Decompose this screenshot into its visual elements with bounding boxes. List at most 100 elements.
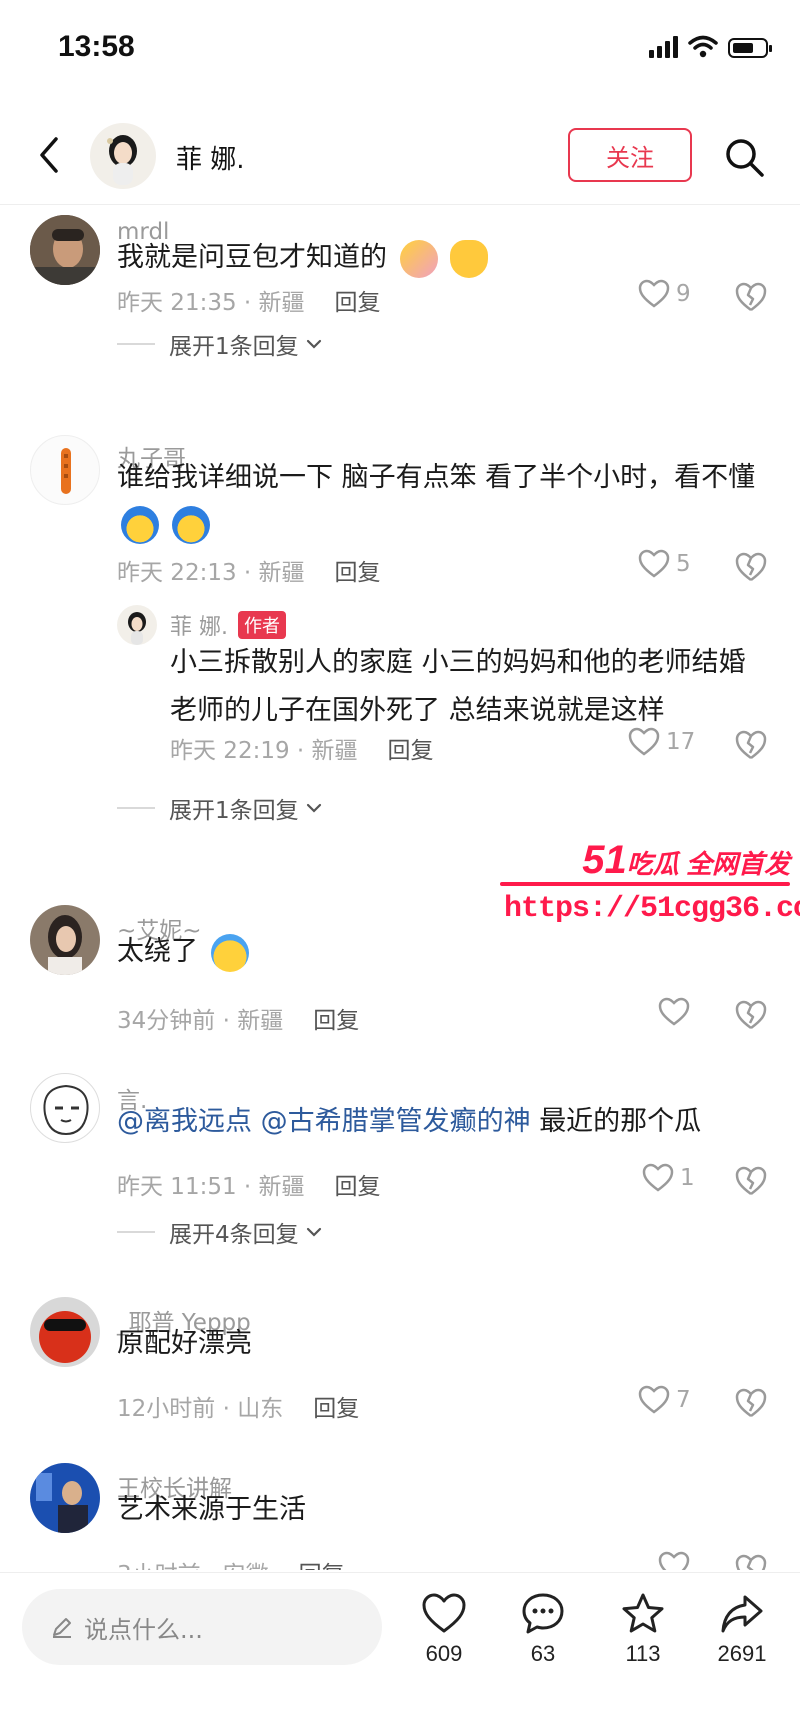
share-post-button[interactable]: 2691	[702, 1591, 782, 1667]
comment-meta: 昨天 22:13 · 新疆 回复	[117, 553, 381, 587]
expand-replies-label: 展开1条回复	[169, 334, 299, 360]
like-button[interactable]	[658, 1551, 690, 1570]
comment-time: 12小时前 · 山东	[117, 1396, 284, 1422]
status-time: 13:58	[58, 30, 135, 63]
heart-outline-icon	[638, 549, 670, 578]
avatar[interactable]	[90, 123, 156, 189]
share-icon	[721, 1595, 763, 1633]
author-username: 菲 娜. 作者	[170, 609, 286, 641]
like-button[interactable]: 1	[642, 1163, 695, 1193]
heart-outline-icon	[628, 727, 660, 756]
heart-outline-icon	[642, 1163, 674, 1192]
comment-post-button[interactable]: 63	[503, 1591, 583, 1667]
comment-meta: 昨天 21:35 · 新疆 回复	[117, 283, 381, 317]
like-button[interactable]	[658, 997, 696, 1027]
page-title[interactable]: 菲 娜.	[176, 139, 245, 176]
like-button[interactable]: 17	[628, 727, 695, 757]
confused-face-emoji-icon	[171, 505, 210, 544]
battery-icon	[728, 38, 772, 58]
heart-outline-icon	[638, 1385, 670, 1414]
author-badge: 作者	[238, 611, 286, 639]
avatar[interactable]	[30, 435, 100, 505]
reply-button[interactable]: 回复	[313, 1008, 359, 1034]
laughing-crying-emoji-icon	[210, 933, 249, 972]
dislike-broken-heart-icon[interactable]	[734, 729, 768, 761]
watermark-brand-number: 51	[582, 838, 627, 882]
expand-replies-button[interactable]: 展开1条回复	[117, 791, 323, 825]
dislike-broken-heart-icon[interactable]	[734, 1387, 768, 1419]
expand-replies-button[interactable]: 展开4条回复	[117, 1215, 323, 1249]
comment-meta: 昨天 11:51 · 新疆 回复	[117, 1167, 381, 1201]
author-avatar[interactable]	[117, 605, 157, 645]
avatar[interactable]	[30, 905, 100, 975]
like-button[interactable]: 7	[638, 1385, 691, 1415]
comment-input[interactable]: 说点什么...	[22, 1589, 382, 1665]
share-count: 2691	[717, 1641, 767, 1666]
heart-hands-emoji-icon	[450, 239, 489, 278]
watermark-url: https://51cgg36.com	[504, 892, 800, 926]
comment-text: @离我远点 @古希腊掌管发癫的神 最近的那个瓜	[117, 1099, 760, 1145]
like-count: 1	[680, 1165, 695, 1191]
watermark: 51吃瓜 全网首发 https://51cgg36.com	[498, 838, 800, 930]
heart-icon	[422, 1593, 466, 1633]
comment-time: 昨天 21:35 · 新疆	[117, 290, 305, 316]
chevron-down-icon	[306, 803, 321, 813]
mention-link[interactable]: @古希腊掌管发癫的神	[261, 1106, 531, 1137]
like-post-button[interactable]: 609	[404, 1591, 484, 1667]
chevron-down-icon	[306, 1227, 321, 1237]
status-icons	[649, 34, 772, 58]
back-icon[interactable]	[30, 133, 70, 177]
like-count: 9	[676, 281, 691, 307]
watermark-brand-text: 吃瓜 全网首发	[626, 849, 790, 879]
confused-face-emoji-icon	[121, 505, 159, 544]
avatar[interactable]	[30, 1073, 100, 1143]
dislike-broken-heart-icon[interactable]	[734, 281, 768, 313]
comment-bubble-icon	[522, 1593, 564, 1634]
comment-text: 我就是问豆包才知道的	[117, 235, 760, 281]
comment-time: 昨天 22:19 · 新疆	[170, 738, 358, 764]
reply-button[interactable]: 回复	[299, 1562, 345, 1570]
avatar[interactable]	[30, 215, 100, 285]
reply-button[interactable]: 回复	[388, 738, 434, 764]
avatar[interactable]	[30, 1463, 100, 1533]
search-icon[interactable]	[722, 135, 766, 179]
status-bar: 13:58	[0, 0, 800, 96]
comment-text: 谁给我详细说一下 脑子有点笨 看了半个小时，看不懂	[117, 455, 760, 547]
dislike-broken-heart-icon[interactable]	[734, 999, 768, 1031]
pencil-icon	[53, 1618, 71, 1638]
comment-text-content: 我就是问豆包才知道的	[117, 242, 387, 273]
like-count: 5	[676, 551, 691, 577]
heart-outline-icon	[658, 997, 690, 1026]
signal-icon	[649, 36, 678, 58]
comment-text-content: 太绕了	[117, 936, 198, 967]
like-button[interactable]: 9	[638, 279, 691, 309]
favorite-post-button[interactable]: 113	[603, 1591, 683, 1667]
like-button[interactable]: 5	[638, 549, 691, 579]
reply-button[interactable]: 回复	[335, 1174, 381, 1200]
chevron-down-icon	[306, 339, 321, 349]
dislike-broken-heart-icon[interactable]	[734, 1165, 768, 1197]
watermark-title: 51吃瓜 全网首发	[582, 838, 790, 883]
watermark-line	[500, 882, 790, 886]
author-reply-meta: 昨天 22:19 · 新疆 回复	[170, 731, 434, 765]
header: 菲 娜. 关注	[0, 105, 800, 205]
follow-button[interactable]: 关注	[568, 128, 692, 182]
favorite-count: 113	[625, 1641, 661, 1666]
comment-text-content: 谁给我详细说一下 脑子有点笨 看了半个小时，看不懂	[117, 462, 756, 493]
comment-count: 63	[530, 1641, 556, 1666]
mention-link[interactable]: @离我远点	[117, 1106, 252, 1137]
wifi-icon	[688, 35, 718, 58]
avatar[interactable]	[30, 1297, 100, 1367]
dislike-broken-heart-icon[interactable]	[734, 1553, 768, 1570]
expand-replies-button[interactable]: 展开1条回复	[117, 327, 323, 361]
reply-button[interactable]: 回复	[335, 290, 381, 316]
bottom-bar: 说点什么... 609 63 113 2691	[0, 1572, 800, 1732]
comment-text-content: 最近的那个瓜	[539, 1106, 702, 1137]
dislike-broken-heart-icon[interactable]	[734, 551, 768, 583]
comment-text: 原配好漂亮	[117, 1328, 252, 1359]
author-name[interactable]: 菲 娜.	[170, 609, 228, 641]
reply-button[interactable]: 回复	[335, 560, 381, 586]
comment-time: 34分钟前 · 新疆	[117, 1008, 284, 1034]
heart-outline-icon	[638, 279, 670, 308]
reply-button[interactable]: 回复	[313, 1396, 359, 1422]
